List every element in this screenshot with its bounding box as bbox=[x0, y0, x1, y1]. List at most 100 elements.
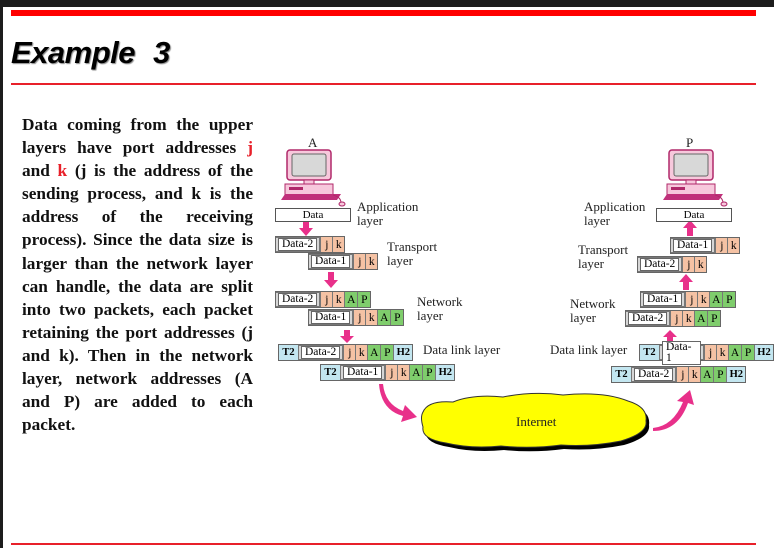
link-trailer: T2 bbox=[612, 367, 631, 382]
link-trailer: T2 bbox=[640, 345, 659, 360]
receiver-data-box: Data bbox=[656, 208, 732, 222]
bottom-divider bbox=[11, 543, 756, 545]
port-address-k: k bbox=[355, 345, 368, 360]
host-label-a: A bbox=[308, 135, 318, 150]
port-address-k: k bbox=[397, 365, 410, 380]
port-address-k: k bbox=[694, 257, 707, 272]
payload-label: Data-2 bbox=[278, 238, 318, 251]
port-address-k: k bbox=[365, 310, 378, 325]
diagram-graphics bbox=[280, 149, 728, 452]
computer-icon-p bbox=[662, 149, 728, 207]
packet: Data-1 j k A P bbox=[640, 291, 737, 308]
port-address-j: j bbox=[320, 237, 333, 252]
link-trailer: T2 bbox=[279, 345, 298, 360]
port-address-j: j bbox=[353, 254, 366, 269]
network-address-p: P bbox=[741, 345, 755, 360]
network-address-a: A bbox=[409, 365, 423, 380]
curved-arrow-icon bbox=[653, 390, 694, 431]
port-address-j: j bbox=[685, 292, 698, 307]
port-address-j: j bbox=[385, 365, 398, 380]
internet-label: Internet bbox=[516, 414, 557, 429]
network-address-a: A bbox=[367, 345, 381, 360]
network-address-a: A bbox=[377, 310, 391, 325]
payload-label: Data-1 bbox=[673, 239, 713, 252]
link-trailer: T2 bbox=[321, 365, 340, 380]
packet: Data-2 j k bbox=[275, 236, 346, 253]
sender-application-label: Application layer bbox=[357, 199, 419, 228]
port-address-k: k bbox=[688, 367, 701, 382]
receiver-application-label: Application layer bbox=[584, 199, 646, 228]
sender-datalink-label: Data link layer bbox=[423, 342, 501, 357]
port-address-k: k bbox=[332, 237, 345, 252]
payload-segment: Data-1 bbox=[340, 365, 386, 380]
payload-segment: Data-2 bbox=[626, 311, 671, 326]
payload-label: Data-1 bbox=[343, 366, 383, 379]
payload-segment: Data-1 bbox=[309, 310, 354, 325]
payload-segment: Data-1 bbox=[671, 238, 716, 253]
port-address-k: k bbox=[716, 345, 729, 360]
sender-data-box: Data bbox=[275, 208, 351, 222]
packet: Data-1 j k bbox=[308, 253, 379, 270]
arrow-down-icon bbox=[324, 272, 338, 288]
link-header: H2 bbox=[726, 367, 746, 382]
payload-label: Data-2 bbox=[278, 293, 318, 306]
packet: Data-2 j k A P bbox=[275, 291, 372, 308]
payload-segment: Data-1 bbox=[658, 340, 705, 365]
frame: T2 Data-1 j k A P H2 bbox=[639, 340, 774, 365]
arrow-down-icon bbox=[340, 330, 354, 343]
port-address-j: j bbox=[320, 292, 333, 307]
network-address-a: A bbox=[700, 367, 714, 382]
receiver-network-label: Network layer bbox=[570, 296, 616, 325]
port-address-j: j bbox=[715, 238, 728, 253]
arrow-down-icon bbox=[299, 220, 313, 236]
port-address-k: k bbox=[727, 238, 740, 253]
payload-segment: Data-2 bbox=[276, 292, 321, 307]
network-address-a: A bbox=[694, 311, 708, 326]
packet: Data-2 j k A P bbox=[625, 310, 722, 327]
payload-label: Data-1 bbox=[643, 293, 683, 306]
port-address-k: k bbox=[697, 292, 710, 307]
sender-transport-label: Transport layer bbox=[387, 239, 438, 268]
network-address-p: P bbox=[357, 292, 371, 307]
frame: T2 Data-1 j k A P H2 bbox=[320, 364, 456, 381]
port-address-k: k bbox=[682, 311, 695, 326]
link-header: H2 bbox=[393, 345, 413, 360]
port-address-k: k bbox=[332, 292, 345, 307]
frame: T2 Data-2 j k A P H2 bbox=[611, 366, 747, 383]
sender-network-label: Network layer bbox=[417, 294, 463, 323]
host-label-p: P bbox=[686, 135, 694, 150]
port-address-j: j bbox=[682, 257, 695, 272]
payload-segment: Data-1 bbox=[309, 254, 354, 269]
link-header: H2 bbox=[754, 345, 773, 360]
arrow-up-icon bbox=[683, 220, 697, 236]
port-address-j: j bbox=[676, 367, 689, 382]
network-address-p: P bbox=[422, 365, 436, 380]
packet: Data-2 j k bbox=[637, 256, 708, 273]
network-address-a: A bbox=[709, 292, 723, 307]
network-address-p: P bbox=[380, 345, 394, 360]
payload-label: Data-2 bbox=[301, 346, 341, 359]
slide: Example 3 Data coming from the upper lay… bbox=[3, 7, 774, 548]
network-address-a: A bbox=[344, 292, 358, 307]
network-address-p: P bbox=[707, 311, 721, 326]
network-address-p: P bbox=[390, 310, 404, 325]
port-address-j: j bbox=[670, 311, 683, 326]
payload-segment: Data-2 bbox=[276, 237, 321, 252]
receiver-transport-label: Transport layer bbox=[578, 242, 629, 271]
link-header: H2 bbox=[435, 365, 455, 380]
port-address-j: j bbox=[704, 345, 717, 360]
payload-label: Data-1 bbox=[661, 340, 702, 365]
port-address-j: j bbox=[343, 345, 356, 360]
packet: Data-1 j k A P bbox=[308, 309, 405, 326]
network-address-p: P bbox=[713, 367, 727, 382]
frame: T2 Data-2 j k A P H2 bbox=[278, 344, 414, 361]
network-address-a: A bbox=[728, 345, 742, 360]
packet: Data-1 j k bbox=[670, 237, 741, 254]
network-address-p: P bbox=[722, 292, 736, 307]
payload-segment: Data-2 bbox=[631, 367, 677, 382]
port-address-k: k bbox=[365, 254, 378, 269]
payload-label: Data-1 bbox=[311, 311, 351, 324]
payload-label: Data-2 bbox=[628, 312, 668, 325]
payload-segment: Data-2 bbox=[298, 345, 344, 360]
receiver-datalink-label: Data link layer bbox=[550, 342, 628, 357]
